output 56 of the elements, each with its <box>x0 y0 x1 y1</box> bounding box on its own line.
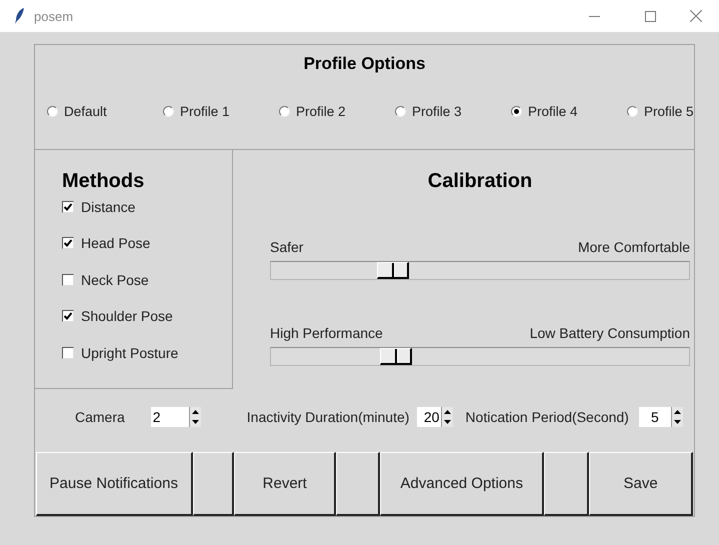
down-arrow-icon[interactable] <box>444 420 452 424</box>
setting-label: Notication Period(Second) <box>465 408 629 425</box>
blank-button[interactable] <box>544 452 590 516</box>
slider-label: Low Battery Consumption <box>530 324 690 341</box>
down-arrow-icon[interactable] <box>192 420 199 424</box>
action-button[interactable]: Revert <box>234 452 336 516</box>
up-arrow-icon[interactable] <box>674 410 681 414</box>
radio-button[interactable] <box>395 106 406 117</box>
blank-button[interactable] <box>192 452 234 516</box>
spin-box[interactable]: 5 <box>638 406 683 427</box>
spin-box[interactable]: 20 <box>417 406 454 427</box>
checkbox-label[interactable]: Shoulder Pose <box>81 308 173 324</box>
radio-button[interactable] <box>279 106 290 117</box>
slider-thumb[interactable] <box>380 348 412 365</box>
slider-track[interactable] <box>270 346 690 366</box>
slider-label: High Performance <box>270 324 383 341</box>
up-arrow-icon[interactable] <box>192 410 199 414</box>
action-button[interactable]: Save <box>589 452 693 516</box>
radio-label[interactable]: Profile 3 <box>412 104 462 119</box>
checkbox[interactable] <box>62 237 74 250</box>
checkbox-label[interactable]: Upright Posture <box>81 344 178 361</box>
up-arrow-icon[interactable] <box>444 410 452 414</box>
radio-button[interactable] <box>47 106 58 117</box>
radio-label[interactable]: Profile 5 <box>644 104 694 119</box>
slider-thumb[interactable] <box>377 262 410 279</box>
radio-button[interactable] <box>163 106 174 117</box>
slider-track[interactable] <box>270 260 690 280</box>
blank-button[interactable] <box>336 452 380 516</box>
radio-label[interactable]: Profile 4 <box>528 104 578 119</box>
radio-button[interactable] <box>627 106 638 117</box>
down-arrow-icon[interactable] <box>674 420 681 424</box>
radio-label[interactable]: Default <box>64 104 107 119</box>
checkbox[interactable] <box>62 310 74 322</box>
checkbox-label[interactable]: Neck Pose <box>81 272 149 288</box>
slider-label: Safer <box>270 238 304 255</box>
window-title: posem <box>34 8 74 24</box>
setting-label: Inactivity Duration(minute) <box>246 408 410 425</box>
radio-label[interactable]: Profile 1 <box>180 104 230 119</box>
close-icon[interactable] <box>690 10 702 22</box>
checkbox-label[interactable]: Distance <box>81 198 136 215</box>
checkbox[interactable] <box>62 200 74 213</box>
radio-button[interactable] <box>511 106 522 117</box>
checkbox[interactable] <box>62 274 74 286</box>
radio-label[interactable]: Profile 2 <box>296 104 346 119</box>
checkbox-label[interactable]: Head Pose <box>81 235 150 252</box>
checkbox[interactable] <box>62 346 74 359</box>
feather-icon <box>14 8 24 24</box>
action-button[interactable]: Advanced Options <box>380 452 544 516</box>
slider-label: More Comfortable <box>578 238 690 255</box>
section-title: Profile Options <box>304 54 426 73</box>
section-title: Methods <box>62 170 144 193</box>
action-button[interactable]: Pause Notifications <box>36 452 193 516</box>
section-title: Calibration <box>428 170 532 192</box>
maximize-icon[interactable] <box>644 10 656 22</box>
spin-box[interactable]: 2 <box>150 406 201 427</box>
setting-label: Camera <box>75 408 125 425</box>
